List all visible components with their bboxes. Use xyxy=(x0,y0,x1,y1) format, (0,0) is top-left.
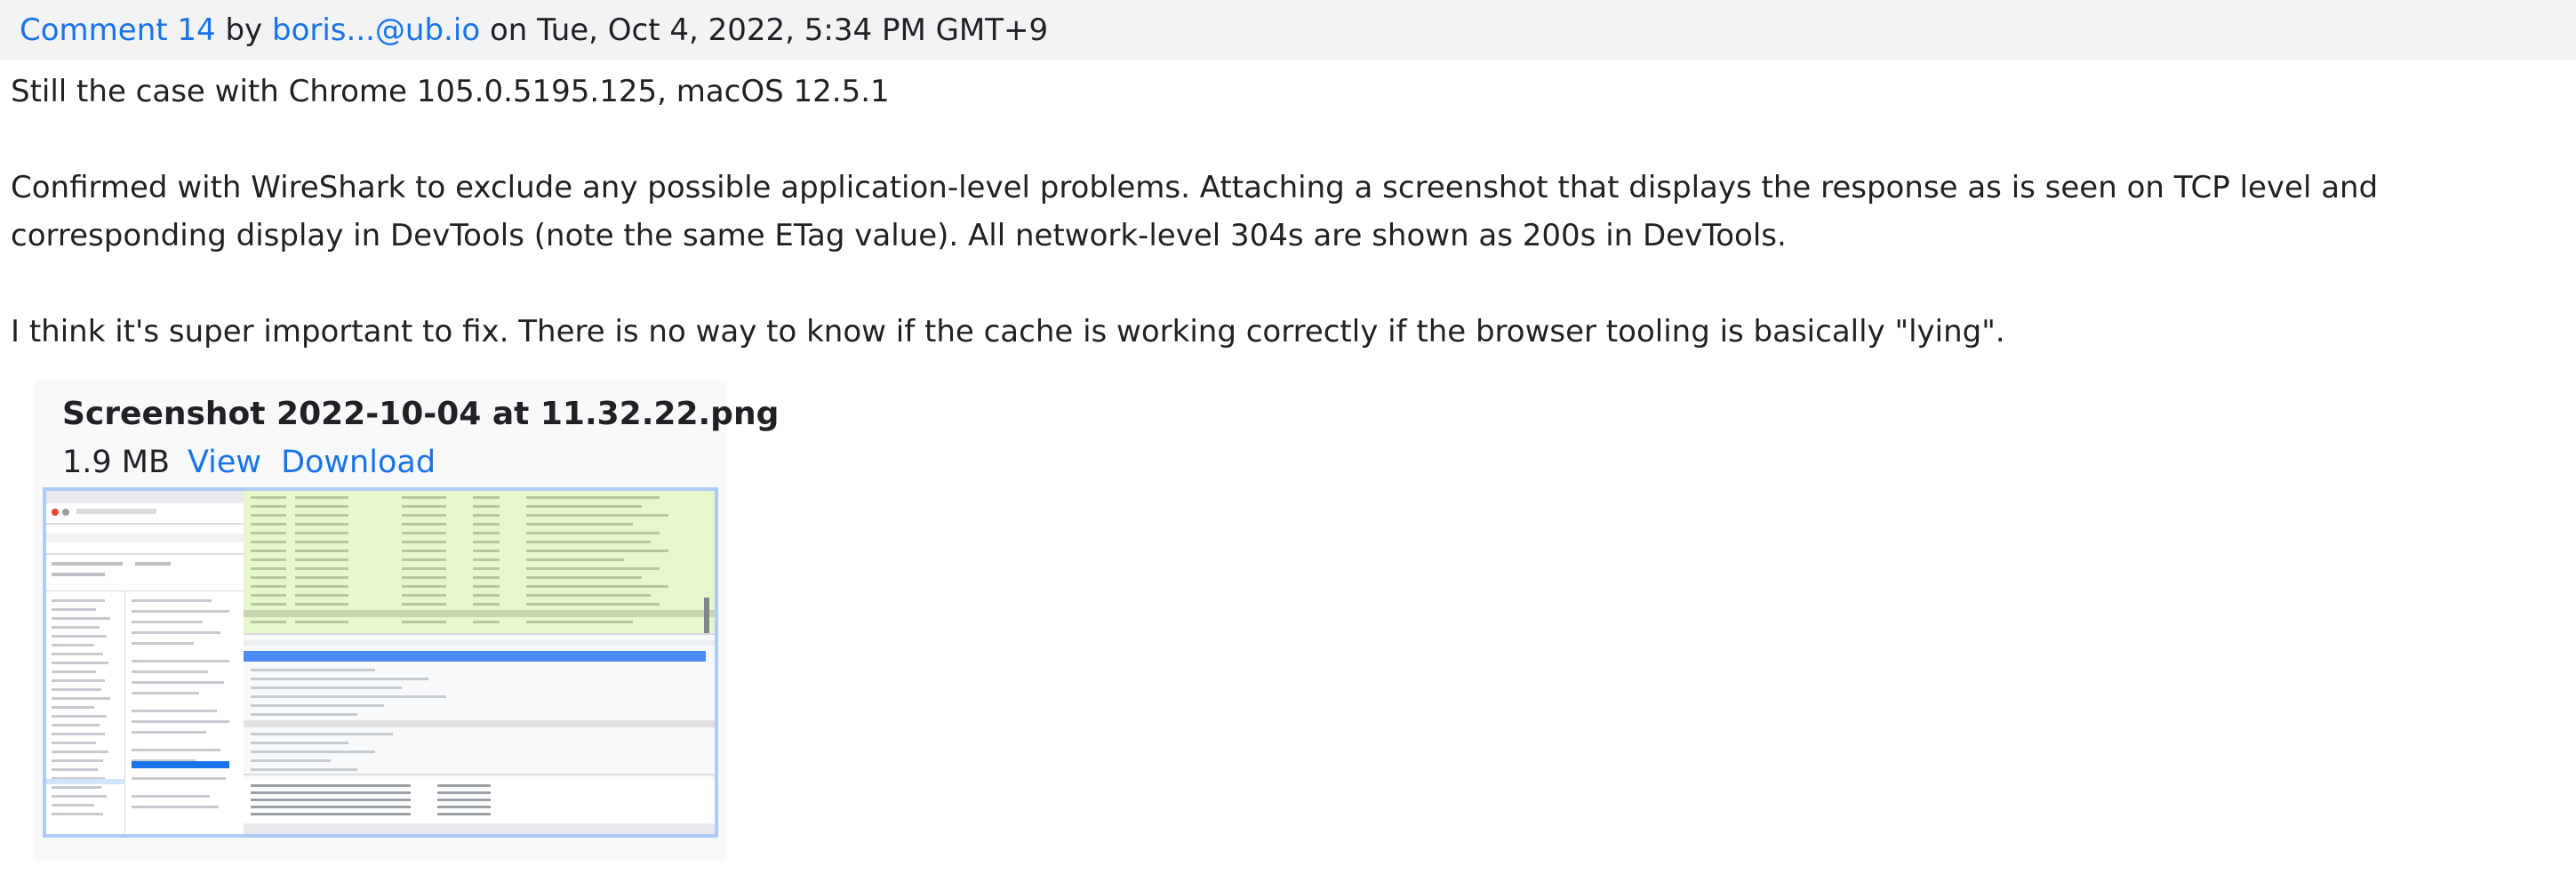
on-text: on xyxy=(489,12,528,48)
attachment-card: Screenshot 2022-10-04 at 11.32.22.png 1.… xyxy=(34,381,779,861)
attachment-filename: Screenshot 2022-10-04 at 11.32.22.png xyxy=(62,396,780,432)
attachment-size: 1.9 MB xyxy=(62,445,170,480)
screenshot-thumbnail-image xyxy=(46,491,715,834)
comment-author-link[interactable]: boris...@ub.io xyxy=(272,0,480,60)
comment-body: Still the case with Chrome 105.0.5195.12… xyxy=(0,68,2576,356)
attachment-download-link[interactable]: Download xyxy=(281,445,436,480)
comment-permalink[interactable]: Comment 14 xyxy=(20,0,216,60)
comment-paragraph-3: I think it's super important to fix. The… xyxy=(11,314,2005,349)
attachment-view-link[interactable]: View xyxy=(188,445,261,480)
comment-paragraph-2: Confirmed with WireShark to exclude any … xyxy=(11,170,2379,253)
comment-header: Comment 14 by boris...@ub.io on Tue, Oct… xyxy=(0,0,2576,60)
comment-paragraph-1: Still the case with Chrome 105.0.5195.12… xyxy=(11,74,890,109)
attachment-thumbnail[interactable] xyxy=(43,487,718,838)
comment-date: Tue, Oct 4, 2022, 5:34 PM GMT+9 xyxy=(537,12,1049,48)
by-text: by xyxy=(225,12,263,48)
attachment-meta: 1.9 MB View Download xyxy=(62,441,436,484)
